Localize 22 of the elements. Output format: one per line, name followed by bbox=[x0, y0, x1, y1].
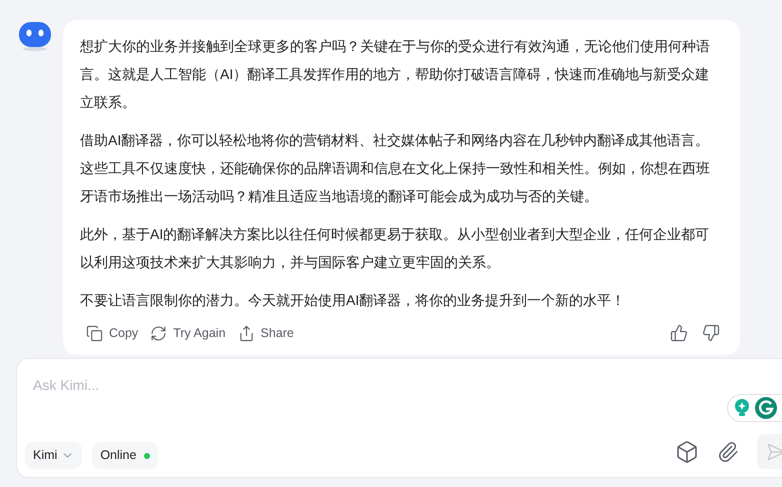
retry-icon bbox=[150, 324, 168, 342]
message-action-button[interactable]: Copy bbox=[86, 324, 138, 343]
message-action-button[interactable]: Share bbox=[238, 324, 294, 343]
message-action-button[interactable]: Try Again bbox=[150, 324, 226, 343]
writing-assistant-badge[interactable] bbox=[727, 394, 782, 422]
writing-assistant-icon bbox=[755, 397, 777, 419]
lightbulb-icon bbox=[733, 398, 751, 418]
message-paragraph: 借助AI翻译器，你可以轻松地将你的营销材料、社交媒体帖子和网络内容在几秒钟内翻译成其他语言。这些工具不仅速度快，还能确保你的品牌语调和信息在文化上保持一致性和相关性。例如，你想在西班牙语市场推出一场活动吗？精准且适应当地语境的翻译可能会成为成功与否的关键。 bbox=[80, 131, 711, 206]
online-toggle[interactable]: Online bbox=[92, 442, 158, 469]
copy-icon bbox=[86, 324, 103, 342]
bot-avatar-icon bbox=[18, 20, 52, 54]
share-icon bbox=[238, 324, 255, 342]
message-input[interactable]: Ask Kimi... bbox=[33, 375, 633, 396]
cube-icon[interactable] bbox=[675, 440, 699, 464]
message-paragraph: 不要让语言限制你的潜力。今天就开始使用AI翻译器，将你的业务提升到一个新的水平！ bbox=[80, 291, 626, 310]
thumbs-down-icon[interactable] bbox=[702, 324, 720, 342]
send-icon bbox=[766, 442, 782, 462]
message-paragraph: 想扩大你的业务并接触到全球更多的客户吗？关键在于与你的受众进行有效沟通，无论他们使用何种语言。这就是人工智能（AI）翻译工具发挥作用的地方，帮助你打破语言障碍，快速而准确地与新受众建立联系。 bbox=[80, 37, 711, 112]
message-paragraph: 此外，基于AI的翻译解决方案比以往任何时候都更易于获取。从小型创业者到大型企业，任何企业都可以利用这项技术来扩大其影响力，并与国际客户建立更牢固的关系。 bbox=[80, 225, 710, 272]
model-selector[interactable]: Kimi bbox=[25, 442, 82, 469]
paperclip-icon[interactable] bbox=[717, 440, 739, 462]
thumbs-up-icon[interactable] bbox=[670, 324, 688, 342]
